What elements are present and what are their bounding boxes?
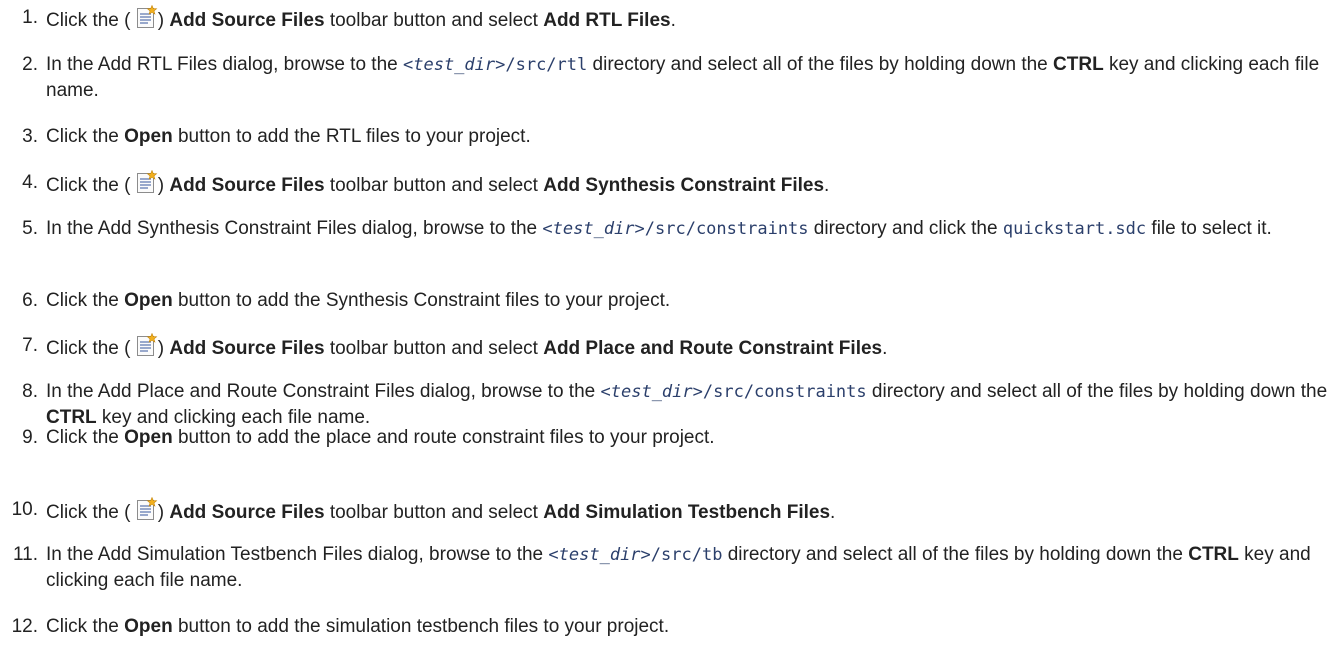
- bold-term: Open: [124, 616, 173, 637]
- bold-term: Add Source Files: [169, 338, 325, 359]
- step-text: Click the (: [46, 10, 136, 31]
- bold-term: CTRL: [1053, 54, 1104, 75]
- step-text: toolbar button and select: [324, 338, 544, 359]
- code-placeholder-wrap: test_dir: [559, 545, 641, 565]
- step-text: Click the: [46, 290, 125, 311]
- code-path: <: [542, 219, 553, 239]
- step-number: 7.: [22, 335, 38, 356]
- step-text: directory and click the: [808, 218, 1003, 239]
- step-number: 3.: [22, 126, 38, 147]
- step-text: .: [824, 175, 830, 196]
- step-text: directory and select all of the files by…: [587, 54, 1054, 75]
- code-placeholder-wrap: test_dir: [611, 382, 693, 402]
- step-item: 6. Click the Open button to add the Synth…: [0, 288, 1334, 314]
- step-item: 9. Click the Open button to add the place…: [0, 425, 1334, 451]
- code-path: <: [402, 55, 414, 75]
- bold-term: Open: [124, 290, 173, 311]
- step-text: Click the (: [46, 175, 136, 196]
- step-number: 5.: [22, 218, 38, 239]
- bold-term: Add RTL Files: [543, 10, 671, 31]
- code-path: >/src/tb: [640, 545, 723, 565]
- step-text: Click the: [46, 126, 125, 147]
- step-text: ): [157, 175, 170, 196]
- step-number: 10.: [11, 499, 38, 520]
- step-text: In the Add Synthesis Constraint Files di…: [46, 218, 543, 239]
- add-source-files-icon: [136, 170, 158, 194]
- code-path: >/src/constraints: [634, 219, 809, 239]
- step-text: Click the (: [46, 338, 136, 359]
- step-text: .: [830, 502, 836, 523]
- code-placeholder: test_dir: [558, 545, 641, 565]
- add-source-files-icon: [136, 333, 158, 357]
- step-number: 11.: [12, 544, 38, 565]
- step-text: Click the (: [46, 502, 136, 523]
- step-item: 3. Click the Open button to add the RTL f…: [0, 124, 1334, 150]
- bold-term: CTRL: [1188, 544, 1239, 565]
- step-text: In the Add Place and Route Constraint Fi…: [46, 381, 601, 402]
- code-path: >/src/constraints: [692, 382, 867, 402]
- step-text: ): [157, 502, 170, 523]
- step-item: 5. In the Add Synthesis Constraint Files …: [0, 216, 1334, 242]
- step-number: 8.: [22, 381, 38, 402]
- step-number: 2.: [22, 54, 38, 75]
- step-text: .: [670, 10, 676, 31]
- code-placeholder: test_dir: [552, 219, 635, 239]
- step-text: In the Add RTL Files dialog, browse to t…: [46, 54, 403, 75]
- bold-term: Add Source Files: [169, 175, 325, 196]
- step-number: 4.: [22, 172, 38, 193]
- step-text: In the Add Simulation Testbench Files di…: [46, 544, 549, 565]
- bold-term: Add Source Files: [169, 502, 325, 523]
- step-text: toolbar button and select: [324, 10, 544, 31]
- step-text: ): [157, 338, 170, 359]
- step-number: 12.: [11, 616, 38, 637]
- step-item: 1. Click the ( ) Add Source Files toolbar…: [0, 5, 1334, 34]
- step-item: 12. Click the Open button to add the simu…: [0, 614, 1334, 640]
- step-text: toolbar button and select: [324, 175, 544, 196]
- bold-term: Open: [124, 427, 173, 448]
- bold-term: Open: [124, 126, 173, 147]
- step-text: button to add the place and route constr…: [172, 427, 715, 448]
- bold-term: Add Synthesis Constraint Files: [543, 175, 825, 196]
- step-text: Click the: [46, 427, 125, 448]
- step-text: directory and select all of the files by…: [866, 381, 1328, 402]
- code-path: >/src/rtl: [495, 55, 588, 75]
- step-item: 7. Click the ( ) Add Source Files toolbar…: [0, 333, 1334, 362]
- code-placeholder-wrap: test_dir: [553, 219, 635, 239]
- step-text: ): [157, 10, 170, 31]
- step-number: 6.: [22, 290, 38, 311]
- step-text: directory and select all of the files by…: [722, 544, 1189, 565]
- step-item: 8. In the Add Place and Route Constraint …: [0, 379, 1334, 431]
- step-item: 2. In the Add RTL Files dialog, browse to…: [0, 52, 1334, 104]
- step-item: 11. In the Add Simulation Testbench Files…: [0, 542, 1334, 594]
- add-source-files-icon: [136, 497, 158, 521]
- step-item: 4. Click the ( ) Add Source Files toolbar…: [0, 170, 1334, 199]
- code-placeholder: test_dir: [413, 55, 496, 75]
- bold-term: Add Source Files: [169, 10, 325, 31]
- step-text: .: [882, 338, 888, 359]
- step-text: button to add the RTL files to your proj…: [172, 126, 531, 147]
- add-source-files-icon: [136, 5, 158, 29]
- step-item: 10. Click the ( ) Add Source Files toolba…: [0, 497, 1334, 526]
- code-placeholder-wrap: test_dir: [413, 55, 495, 75]
- bold-term: Add Place and Route Constraint Files: [543, 338, 883, 359]
- step-text: Click the: [46, 616, 125, 637]
- step-text: file to select it.: [1146, 218, 1272, 239]
- step-text: toolbar button and select: [324, 502, 544, 523]
- code-path: <: [548, 545, 559, 565]
- code-placeholder: test_dir: [610, 382, 693, 402]
- bold-term: Add Simulation Testbench Files: [543, 502, 831, 523]
- step-text: button to add the Synthesis Constraint f…: [172, 290, 671, 311]
- code-path: quickstart.sdc: [1002, 219, 1147, 239]
- code-path: <: [600, 382, 611, 402]
- step-text: button to add the simulation testbench f…: [172, 616, 670, 637]
- step-number: 9.: [22, 427, 38, 448]
- instruction-document: 1. Click the ( ) Add Source Files toolbar…: [0, 0, 1342, 655]
- step-number: 1.: [22, 7, 38, 28]
